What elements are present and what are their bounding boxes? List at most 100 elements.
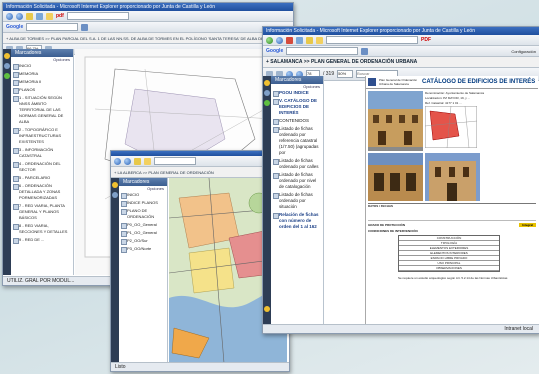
- back-bookmark-item[interactable]: PLANOS: [11, 86, 73, 94]
- home-icon[interactable]: [306, 36, 313, 44]
- middle-bookmarks-panel: Marcadores Opciones INICIO ÍNDICE PLANOS P…: [119, 178, 168, 363]
- pages-tool-icon[interactable]: [4, 63, 10, 69]
- bookmark-tool-icon[interactable]: [264, 80, 270, 86]
- catalog-images-row: Denominación: Ayuntamiento de Salamanca L…: [366, 89, 538, 153]
- middle-bookmark-list: INICIO ÍNDICE PLANOS PLANO DE ORDENACIÓN P0…: [119, 191, 167, 253]
- grade-header: GRADO DE PROTECCIÓN Integral: [368, 223, 536, 227]
- zoom-field[interactable]: 50%: [337, 70, 354, 78]
- favorites-icon[interactable]: [316, 36, 323, 44]
- pdf-icon: pdf: [56, 13, 64, 19]
- location-map: [424, 105, 478, 149]
- back-button[interactable]: [114, 157, 121, 165]
- forward-button[interactable]: [124, 157, 131, 165]
- google-search-field[interactable]: [286, 47, 359, 55]
- middle-breadcrumb: + LA ALBERCA >> PLAN GENERAL DE ORDENACI…: [114, 169, 214, 175]
- intranet-label: Intranet local: [504, 326, 533, 332]
- refresh-icon[interactable]: [296, 36, 303, 44]
- front-bookmarks-panel: Marcadores Opciones PGOU INDICE V. CATÁLO…: [271, 76, 324, 325]
- back-button[interactable]: [6, 12, 13, 20]
- catalog-header-left: Plan General de Ordenación Urbana de Sal…: [379, 78, 418, 86]
- back-bookmark-item[interactable]: 6 - ORDENACIÓN DETALLADA Y ZONAS PORMENO…: [11, 182, 73, 202]
- section-cond: CONDICIONES DE INTERVENCIÓN: [368, 229, 418, 233]
- back-bookmark-item[interactable]: 4 - ORDENACIÓN DEL SECTOR: [11, 160, 73, 174]
- intervention-table: CONSTRUCCIÓN TIPOLOGÍA ELEMENTOS EXTERIORE…: [398, 235, 500, 272]
- middle-bookmarks-title: Marcadores: [119, 178, 167, 186]
- google-label: Google: [6, 24, 24, 30]
- middle-bookmark-item[interactable]: ÍNDICE PLANOS: [119, 199, 167, 207]
- config-label[interactable]: Configuración: [511, 49, 536, 54]
- back-bookmark-item[interactable]: 9 - RED DE ...: [11, 236, 73, 244]
- middle-bookmark-item[interactable]: P0_OO_General: [119, 221, 167, 229]
- front-bookmark-item[interactable]: Listado de fichas ordenado por situación: [271, 191, 323, 211]
- back-breadcrumb-bar: + ALBA DE TORMES >> PLAN PARCIAL DEL S.A…: [3, 33, 293, 44]
- middle-bookmark-item[interactable]: INICIO: [119, 191, 167, 199]
- back-bookmark-item[interactable]: INICIO: [11, 62, 73, 70]
- middle-address-field[interactable]: [154, 157, 196, 165]
- home-icon[interactable]: [26, 12, 33, 20]
- google-search-field[interactable]: [26, 23, 79, 31]
- favorites-icon[interactable]: [144, 157, 151, 165]
- protection-level: Integral: [519, 223, 536, 227]
- back-bookmark-list: INICIO MEMORIA MEMORIA II PLANOS 1 - SITUACI…: [11, 62, 73, 244]
- back-window-title: Información Solicitada - Microsoft Inter…: [3, 3, 293, 11]
- back-nav-toolbar: pdf: [3, 11, 293, 22]
- back-bookmark-item[interactable]: MEMORIA II: [11, 78, 73, 86]
- bookmark-tool-icon[interactable]: [112, 182, 118, 188]
- stop-icon[interactable]: [286, 36, 293, 44]
- middle-bookmark-item[interactable]: PLANO DE ORDENACIÓN: [119, 207, 167, 221]
- home-icon[interactable]: [134, 157, 141, 165]
- back-bookmark-item[interactable]: 3 - INFORMACIÓN CATASTRAL: [11, 146, 73, 160]
- back-bookmark-item[interactable]: 2 - TOPOGRÁFICO E INFRAESTRUCTURAS EXIST…: [11, 126, 73, 146]
- back-bookmark-item[interactable]: 5 - PARCELARIO: [11, 174, 73, 182]
- comment-tool-icon[interactable]: [264, 306, 270, 312]
- back-google-toolbar: Google: [3, 22, 293, 33]
- front-breadcrumb: + SALAMANCA >> PLAN GENERAL DE ORDENACIÓ…: [266, 59, 418, 65]
- pages-tool-icon[interactable]: [112, 192, 118, 198]
- back-bookmark-item[interactable]: 7 - RED VIARIA, PLANTA GENERAL Y PLANOS …: [11, 202, 73, 222]
- middle-bookmark-item[interactable]: P1_OO_General: [119, 229, 167, 237]
- front-bookmark-item[interactable]: Relación de fichas con número de orden d…: [271, 211, 323, 231]
- front-bookmark-item[interactable]: Listado de fichas ordenado por referenci…: [271, 125, 323, 157]
- front-bookmark-item[interactable]: CONTENIDOS: [271, 117, 323, 125]
- bookmark-tool-icon[interactable]: [4, 53, 10, 59]
- pages-tool-icon[interactable]: [264, 90, 270, 96]
- back-breadcrumb: + ALBA DE TORMES >> PLAN PARCIAL DEL S.A…: [6, 35, 282, 41]
- middle-bookmark-item[interactable]: P2_OO/Sur: [119, 237, 167, 245]
- forward-button[interactable]: [16, 12, 23, 20]
- back-bookmarks-panel: Marcadores Opciones INICIO MEMORIA MEMORIA…: [11, 49, 74, 275]
- front-address-field[interactable]: [326, 36, 418, 44]
- front-bookmark-item[interactable]: Listado de fichas ordenado por nivel de …: [271, 171, 323, 191]
- front-bookmark-item[interactable]: Listado de fichas ordenado por calles: [271, 157, 323, 171]
- catalog-sections: DATOS / FECHAS GRADO DE PROTECCIÓN Integ…: [366, 201, 538, 282]
- screenshot-collage: { "back_window": { "title": "Información…: [0, 0, 539, 374]
- back-button[interactable]: [266, 36, 273, 44]
- back-bookmark-item[interactable]: 8 - RED VIARIA, SECCIONES Y DETALLES: [11, 222, 73, 236]
- google-label: Google: [266, 48, 284, 54]
- front-bookmark-list: PGOU INDICE V. CATÁLOGO DE EDIFICIOS DE I…: [271, 89, 323, 231]
- attach-tool-icon[interactable]: [4, 73, 10, 79]
- courtyard-photo: [368, 153, 423, 201]
- search-icon[interactable]: [361, 47, 369, 55]
- forward-button[interactable]: [276, 36, 283, 44]
- catalog-photos-row: [366, 153, 538, 201]
- front-bookmark-item[interactable]: V. CATÁLOGO DE EDIFICIOS DE INTERÉS: [271, 97, 323, 117]
- favorites-icon[interactable]: [46, 12, 53, 20]
- section-dates-lines: [368, 208, 536, 221]
- catalog-field-rows: Denominación: Ayuntamiento de Salamanca L…: [425, 91, 536, 106]
- front-nav-toolbar: PDF: [263, 35, 539, 46]
- front-bookmark-item[interactable]: PGOU INDICE: [271, 89, 323, 97]
- catalog-fields: Denominación: Ayuntamiento de Salamanca L…: [424, 91, 536, 151]
- middle-bookmark-item[interactable]: P3_OO/Norte: [119, 245, 167, 253]
- back-address-field[interactable]: [66, 12, 129, 20]
- city-seal-icon: [368, 78, 376, 86]
- attach-tool-icon[interactable]: [264, 100, 270, 106]
- back-bookmark-item[interactable]: 1 - SITUACIÓN SEGÚN NNSS ÁMBITO TERRITOR…: [11, 94, 73, 126]
- refresh-icon[interactable]: [36, 12, 43, 20]
- search-icon[interactable]: [81, 23, 89, 31]
- page-total: / 319: [323, 71, 335, 77]
- middle-status-bar: Listo: [111, 362, 289, 371]
- catalog-page: Plan General de Ordenación Urbana de Sal…: [365, 76, 538, 325]
- back-bookmark-item[interactable]: MEMORIA: [11, 70, 73, 78]
- pdf-icon: PDF: [421, 37, 431, 43]
- intervention-table-row: OBSERVACIONES: [399, 266, 499, 271]
